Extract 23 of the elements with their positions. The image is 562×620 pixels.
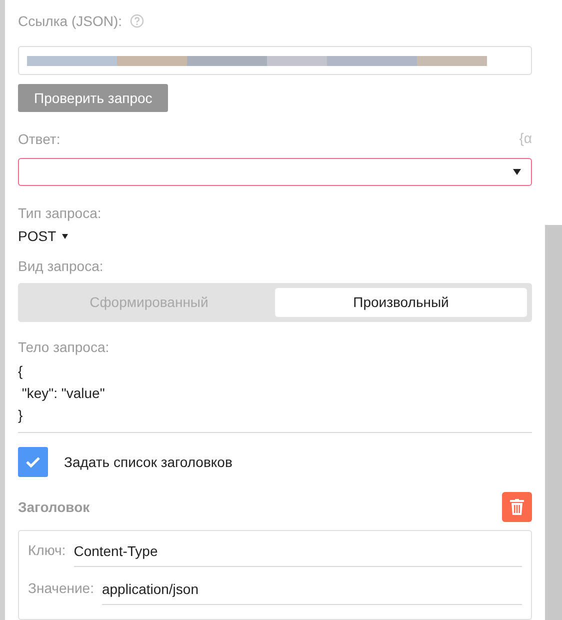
field-label: Ключ: xyxy=(28,541,66,560)
caret-icon xyxy=(513,169,521,176)
caret-icon xyxy=(62,234,68,240)
trash-icon xyxy=(510,499,524,515)
field-label: Ссылка (JSON): xyxy=(18,12,122,31)
text-field[interactable]: Content-Type xyxy=(74,537,522,567)
request-type-dropdown[interactable]: POST xyxy=(18,226,68,248)
field-label: Тип запроса: xyxy=(18,204,102,224)
url-field[interactable] xyxy=(18,46,532,76)
field-label: Вид запроса: xyxy=(18,257,104,276)
delete-button[interactable] xyxy=(502,492,532,522)
field-label: Значение: xyxy=(28,579,94,598)
request-body-editor[interactable]: { "key": "value" } xyxy=(18,360,532,433)
field-label: Ответ: xyxy=(18,130,60,148)
checkbox[interactable] xyxy=(18,447,48,477)
checkbox-label: Задать список заголовков xyxy=(64,452,232,472)
text-field[interactable]: application/json xyxy=(102,575,522,605)
response-dropdown[interactable] xyxy=(18,158,532,186)
section-title: Заголовок xyxy=(18,498,90,516)
segment-tab[interactable]: Произвольный xyxy=(275,288,527,317)
field-label: Тело запроса: xyxy=(18,338,110,357)
checkmark-icon xyxy=(25,456,41,468)
help-icon[interactable] xyxy=(130,14,144,28)
